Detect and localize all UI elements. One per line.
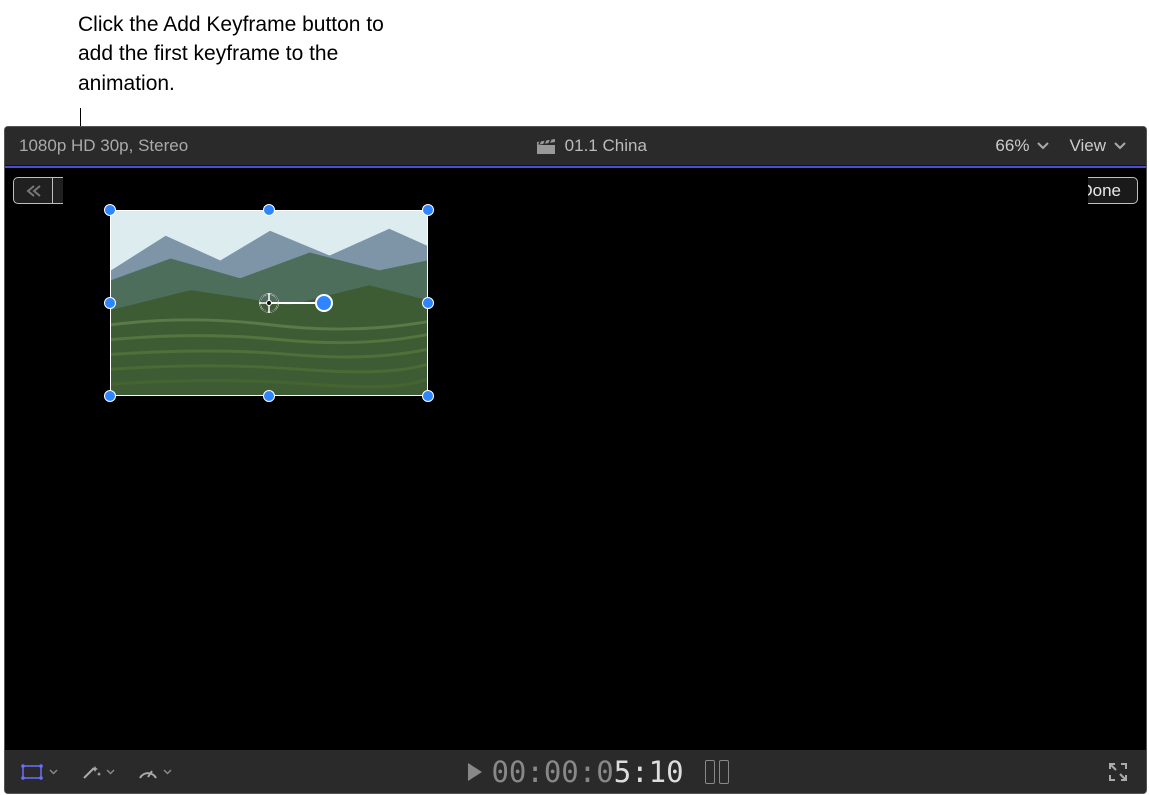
chevron-down-icon: [1037, 142, 1049, 150]
clip-name: 01.1 China: [565, 136, 647, 156]
resize-handle-tl[interactable]: [104, 204, 116, 216]
chevron-down-icon: [163, 769, 172, 775]
meter-bar-right: [719, 760, 729, 784]
play-button[interactable]: [467, 763, 481, 781]
timecode-lit: 5:10: [614, 755, 684, 789]
zoom-value: 66%: [995, 136, 1029, 156]
magic-wand-icon: [80, 763, 102, 781]
transform-tool-dropdown[interactable]: [21, 763, 58, 781]
resize-handle-bl[interactable]: [104, 390, 116, 402]
anchor-point-icon[interactable]: [258, 292, 280, 314]
callout-text: Click the Add Keyframe button to add the…: [78, 10, 418, 98]
resize-handle-mr[interactable]: [422, 297, 434, 309]
resize-handle-tc[interactable]: [263, 204, 275, 216]
meter-bar-left: [705, 760, 715, 784]
viewer-canvas[interactable]: Done: [5, 166, 1146, 750]
transform-icon: [21, 763, 45, 781]
view-label: View: [1069, 136, 1106, 156]
zoom-dropdown[interactable]: 66%: [995, 136, 1049, 156]
fullscreen-button[interactable]: [1108, 762, 1128, 782]
prev-keyframe-icon: [25, 184, 41, 198]
viewer-header: 1080p HD 30p, Stereo 01.1 China 66% View: [5, 127, 1146, 166]
view-dropdown[interactable]: View: [1069, 136, 1126, 156]
transform-clip[interactable]: [110, 210, 428, 396]
rotation-handle[interactable]: [315, 294, 333, 312]
chevron-down-icon: [49, 769, 58, 775]
resize-handle-tr[interactable]: [422, 204, 434, 216]
resize-handle-bc[interactable]: [263, 390, 275, 402]
viewer-footer: 00:00:05:10: [5, 750, 1146, 794]
resize-handle-ml[interactable]: [104, 297, 116, 309]
effects-tool-dropdown[interactable]: [80, 763, 115, 781]
audio-meter: [705, 760, 729, 784]
timecode-dim: 00:00:0: [491, 755, 613, 789]
format-label: 1080p HD 30p, Stereo: [5, 136, 188, 156]
resize-handle-br[interactable]: [422, 390, 434, 402]
prev-keyframe-button[interactable]: [14, 178, 53, 203]
retime-tool-dropdown[interactable]: [137, 763, 172, 781]
timecode-display[interactable]: 00:00:05:10: [467, 755, 683, 789]
viewer-window: 1080p HD 30p, Stereo 01.1 China 66% View: [4, 126, 1147, 794]
chevron-down-icon: [106, 769, 115, 775]
speedometer-icon: [137, 763, 159, 781]
chevron-down-icon: [1114, 142, 1126, 150]
clapperboard-icon: [537, 139, 555, 154]
